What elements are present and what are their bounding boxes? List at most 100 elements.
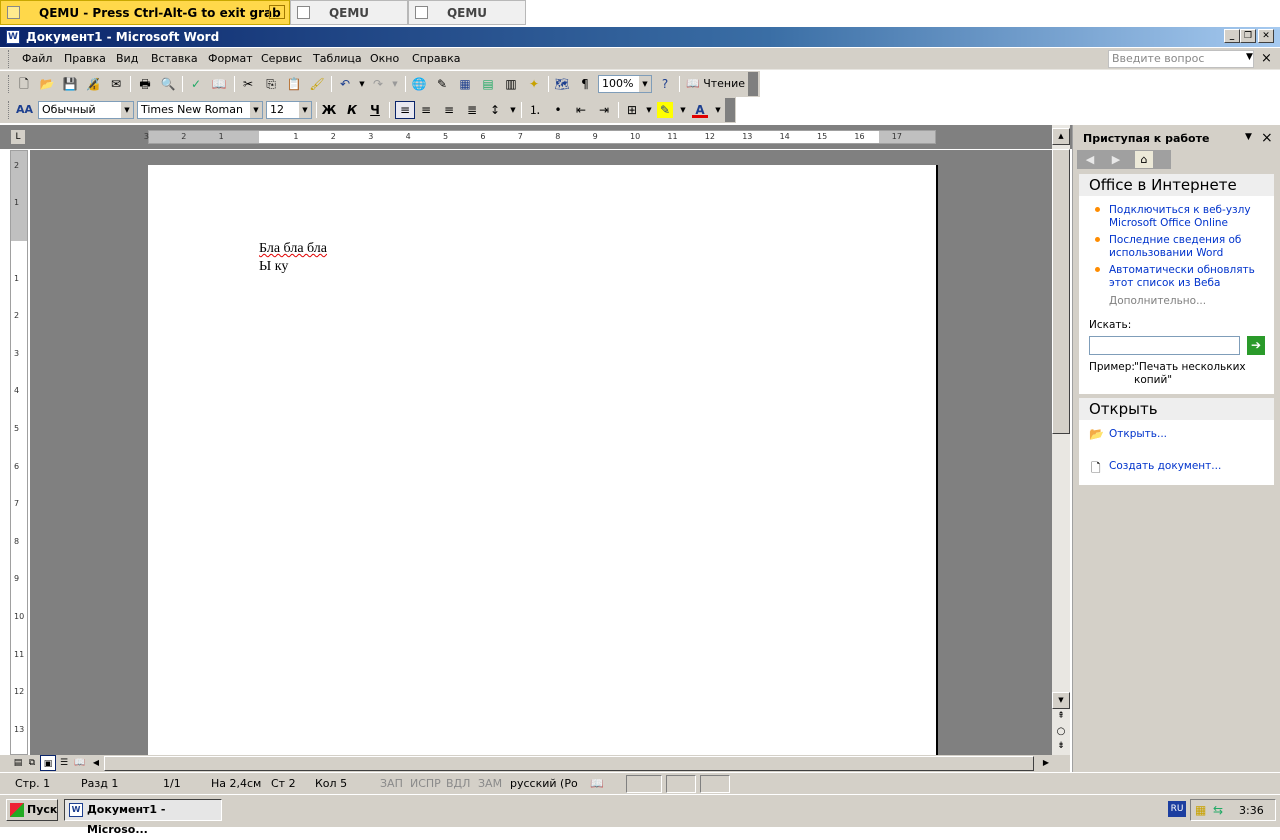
document-body[interactable]: Бла бла бла Ы ку <box>259 240 327 276</box>
zoom-select[interactable]: 100% ▼ <box>598 75 652 93</box>
chevron-down-icon[interactable]: ▼ <box>1245 132 1252 142</box>
vertical-ruler[interactable]: 2 1 1 2 3 4 5 6 7 8 9 10 11 12 13 <box>10 150 28 755</box>
bold-button[interactable]: Ж <box>321 102 337 118</box>
close-document-button[interactable]: × <box>1261 51 1272 66</box>
more-link[interactable]: Дополнительно... <box>1109 295 1206 308</box>
print-icon[interactable]: 🖶 <box>137 76 153 92</box>
link-connect-office-online[interactable]: Подключиться к веб-узлу Microsoft Office… <box>1109 204 1259 230</box>
font-select[interactable]: Times New Roman ▼ <box>137 101 263 119</box>
line-spacing-icon[interactable]: ↕ <box>487 102 503 118</box>
minimize-button[interactable]: _ <box>1224 29 1240 43</box>
bullets-icon[interactable]: • <box>550 102 566 118</box>
scroll-left-button[interactable]: ◀ <box>88 755 104 771</box>
web-view-icon[interactable]: ⧉ <box>24 755 40 771</box>
reading-layout-button[interactable]: 📖 Чтение <box>686 77 745 90</box>
restore-button[interactable]: ❐ <box>1240 29 1256 43</box>
chevron-down-icon[interactable]: ▼ <box>121 102 133 118</box>
forward-icon[interactable]: ▶ <box>1107 151 1125 168</box>
justify-icon[interactable]: ≣ <box>464 102 480 118</box>
scroll-down-button[interactable]: ▼ <box>1052 692 1070 709</box>
cut-icon[interactable]: ✂ <box>240 76 256 92</box>
reading-view-icon[interactable]: 📖 <box>72 755 88 771</box>
borders-icon[interactable]: ⊞ <box>624 102 640 118</box>
research-icon[interactable]: 📖 <box>211 76 227 92</box>
home-icon[interactable]: ⌂ <box>1135 151 1153 168</box>
email-icon[interactable]: ✉ <box>108 76 124 92</box>
align-center-icon[interactable]: ≡ <box>418 102 434 118</box>
paste-icon[interactable]: 📋 <box>286 76 302 92</box>
show-formatting-icon[interactable]: ¶ <box>577 76 593 92</box>
align-left-icon[interactable]: ≡ <box>395 101 415 119</box>
chevron-down-icon[interactable]: ▼ <box>387 76 403 92</box>
link-latest-news[interactable]: Последние сведения об использовании Word <box>1109 234 1259 260</box>
horizontal-scroll-thumb[interactable] <box>104 756 1034 771</box>
back-icon[interactable]: ◀ <box>1081 151 1099 168</box>
scroll-right-button[interactable]: ▶ <box>1038 755 1054 771</box>
redo-icon[interactable]: ↷ <box>370 76 386 92</box>
format-painter-icon[interactable]: 🖌 <box>309 76 325 92</box>
close-icon[interactable]: × <box>1261 130 1273 146</box>
italic-button[interactable]: К <box>344 102 360 118</box>
search-input[interactable] <box>1089 336 1240 355</box>
align-right-icon[interactable]: ≡ <box>441 102 457 118</box>
create-document-link[interactable]: Создать документ... <box>1109 460 1259 473</box>
host-tab-qemu-2[interactable]: QEMU <box>290 0 408 25</box>
new-document-icon[interactable]: 🗋 <box>16 76 32 92</box>
hyperlink-icon[interactable]: 🌐 <box>411 76 427 92</box>
copy-icon[interactable]: ⎘ <box>263 76 279 92</box>
chevron-down-icon[interactable]: ▼ <box>641 102 657 118</box>
word-icon[interactable]: W <box>6 30 20 44</box>
chevron-down-icon[interactable]: ▼ <box>354 76 370 92</box>
menu-format[interactable]: Формат <box>208 52 253 65</box>
start-button[interactable]: Пуск <box>6 799 58 821</box>
styles-icon[interactable]: AA <box>16 102 33 118</box>
highlight-icon[interactable]: ✎ <box>657 102 673 118</box>
toolbar-options-icon[interactable] <box>748 72 758 96</box>
spelling-status-icon[interactable]: 📖 <box>590 777 604 790</box>
underline-button[interactable]: Ч <box>367 102 383 118</box>
open-link[interactable]: Открыть... <box>1109 428 1259 441</box>
toolbar-grip[interactable] <box>8 75 12 93</box>
scroll-thumb[interactable] <box>1052 149 1070 434</box>
status-ovr[interactable]: ЗАМ <box>478 777 502 790</box>
menu-window[interactable]: Окно <box>370 52 399 65</box>
host-tab-qemu-3[interactable]: QEMU <box>408 0 526 25</box>
status-rec[interactable]: ЗАП <box>380 777 403 790</box>
close-button[interactable]: ✕ <box>1258 29 1274 43</box>
chevron-down-icon[interactable]: ▼ <box>675 102 691 118</box>
decrease-indent-icon[interactable]: ⇤ <box>573 102 589 118</box>
link-auto-update[interactable]: Автоматически обновлять этот список из В… <box>1109 264 1259 290</box>
numbering-icon[interactable]: ⒈ <box>527 102 543 118</box>
increase-indent-icon[interactable]: ⇥ <box>596 102 612 118</box>
language-indicator[interactable]: RU <box>1168 801 1186 817</box>
tables-borders-icon[interactable]: ✎ <box>434 76 450 92</box>
open-folder-icon[interactable]: 📂 <box>39 76 55 92</box>
scroll-up-button[interactable]: ▲ <box>1052 128 1070 145</box>
style-select[interactable]: Обычный ▼ <box>38 101 134 119</box>
vertical-scrollbar[interactable]: ▲ ▼ ⇞ ○ ⇟ <box>1052 125 1070 755</box>
chevron-down-icon[interactable]: ▼ <box>299 102 311 118</box>
horizontal-ruler[interactable]: 3 2 1 1 2 3 4 5 6 7 8 9 10 11 12 13 14 15 16 17 <box>144 130 936 144</box>
menu-insert[interactable]: Вставка <box>151 52 198 65</box>
toolbar-grip[interactable] <box>8 50 12 68</box>
status-trk[interactable]: ИСПР <box>410 777 441 790</box>
font-color-icon[interactable]: A <box>692 102 708 118</box>
clock[interactable]: 3:36 <box>1239 804 1264 817</box>
print-view-icon[interactable]: ▣ <box>40 755 56 771</box>
chevron-down-icon[interactable]: ▼ <box>710 102 726 118</box>
document-page[interactable]: Бла бла бла Ы ку <box>148 165 938 755</box>
document-line[interactable]: Ы ку <box>259 258 327 276</box>
save-icon[interactable]: 💾 <box>62 76 78 92</box>
network-tray-icon[interactable]: ⇆ <box>1213 803 1223 817</box>
office-tray-icon[interactable]: ▦ <box>1195 803 1206 817</box>
insert-table-icon[interactable]: ▦ <box>457 76 473 92</box>
outline-view-icon[interactable]: ☰ <box>56 755 72 771</box>
menu-tools[interactable]: Сервис <box>261 52 302 65</box>
help-icon[interactable]: ? <box>657 76 673 92</box>
insert-excel-icon[interactable]: ▤ <box>480 76 496 92</box>
menu-file[interactable]: Файл <box>22 52 52 65</box>
ask-question-input[interactable]: Введите вопрос <box>1108 50 1254 68</box>
host-tab-qemu-grab[interactable]: QEMU - Press Ctrl-Alt-G to exit grab <box>0 0 290 25</box>
search-go-icon[interactable]: ➔ <box>1247 336 1265 355</box>
document-line[interactable]: Бла бла бла <box>259 240 327 258</box>
